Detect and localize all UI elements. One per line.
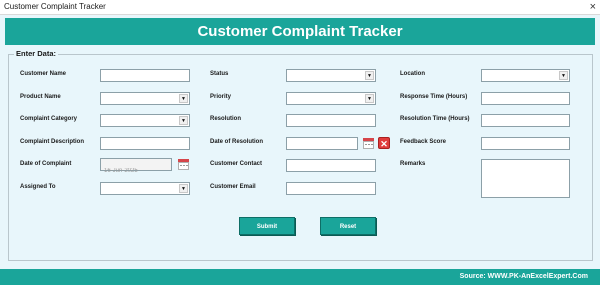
window-titlebar: Customer Complaint Tracker × <box>0 0 600 15</box>
status-dropdown[interactable]: ▼ <box>286 69 376 82</box>
customer-contact-field[interactable] <box>286 159 376 178</box>
source-credit: Source: WWW.PK-AnExcelExpert.Com <box>459 273 588 280</box>
complaint-description-field[interactable] <box>100 137 190 156</box>
remarks-textarea[interactable] <box>481 159 570 198</box>
status-label: Status <box>210 71 229 77</box>
clear-date-icon[interactable]: ✕ <box>378 137 390 149</box>
chevron-down-icon[interactable]: ▼ <box>179 94 188 103</box>
product-name-label: Product Name <box>20 94 61 100</box>
priority-dropdown[interactable]: ▼ <box>286 92 376 105</box>
response-time-label: Response Time (Hours) <box>400 94 468 100</box>
customer-name-label: Customer Name <box>20 71 67 77</box>
resolution-field[interactable] <box>286 114 376 133</box>
priority-label: Priority <box>210 94 232 100</box>
resolution-time-input[interactable] <box>482 121 569 133</box>
product-name-dropdown[interactable]: ▼ <box>100 92 190 105</box>
assigned-to-label: Assigned To <box>20 184 56 190</box>
feedback-score-input[interactable] <box>482 144 569 156</box>
complaint-description-input[interactable] <box>101 144 189 156</box>
chevron-down-icon[interactable]: ▼ <box>179 116 188 125</box>
complaint-category-dropdown[interactable]: ▼ <box>100 114 190 127</box>
footer-bar: Source: WWW.PK-AnExcelExpert.Com <box>0 269 600 285</box>
customer-name-input[interactable] <box>101 76 189 88</box>
customer-email-label: Customer Email <box>210 184 256 190</box>
remarks-label: Remarks <box>400 161 426 167</box>
chevron-down-icon[interactable]: ▼ <box>559 71 568 80</box>
location-label: Location <box>400 71 425 77</box>
calendar-icon[interactable] <box>363 138 374 149</box>
resolution-label: Resolution <box>210 116 241 122</box>
date-of-complaint-field[interactable] <box>100 158 172 177</box>
customer-email-input[interactable] <box>287 189 375 201</box>
close-icon[interactable]: × <box>590 0 596 14</box>
date-of-resolution-label: Date of Resolution <box>210 139 264 145</box>
chevron-down-icon[interactable]: ▼ <box>365 94 374 103</box>
form-header: Customer Complaint Tracker <box>5 18 595 45</box>
response-time-input[interactable] <box>482 99 569 111</box>
window-title: Customer Complaint Tracker <box>4 2 106 11</box>
resolution-time-label: Resolution Time (Hours) <box>400 116 470 122</box>
resolution-input[interactable] <box>287 121 375 133</box>
chevron-down-icon[interactable]: ▼ <box>365 71 374 80</box>
chevron-down-icon[interactable]: ▼ <box>179 184 188 193</box>
response-time-field[interactable] <box>481 92 570 111</box>
reset-button[interactable]: Reset <box>320 217 376 235</box>
feedback-score-label: Feedback Score <box>400 139 447 145</box>
complaint-category-label: Complaint Category <box>20 116 78 122</box>
date-of-resolution-field[interactable] <box>286 137 358 156</box>
date-of-resolution-input[interactable] <box>287 144 357 156</box>
enter-data-group <box>8 54 593 261</box>
feedback-score-field[interactable] <box>481 137 570 156</box>
customer-contact-input[interactable] <box>287 166 375 178</box>
submit-button[interactable]: Submit <box>239 217 295 235</box>
assigned-to-dropdown[interactable]: ▼ <box>100 182 190 195</box>
customer-email-field[interactable] <box>286 182 376 201</box>
date-of-complaint-label: Date of Complaint <box>20 161 72 167</box>
date-of-complaint-input[interactable] <box>101 165 171 177</box>
complaint-description-label: Complaint Description <box>20 139 85 145</box>
customer-contact-label: Customer Contact <box>210 161 263 167</box>
location-dropdown[interactable]: ▼ <box>481 69 570 82</box>
customer-name-field[interactable] <box>100 69 190 88</box>
resolution-time-field[interactable] <box>481 114 570 133</box>
group-legend: Enter Data: <box>14 49 59 58</box>
calendar-icon[interactable] <box>178 159 189 170</box>
